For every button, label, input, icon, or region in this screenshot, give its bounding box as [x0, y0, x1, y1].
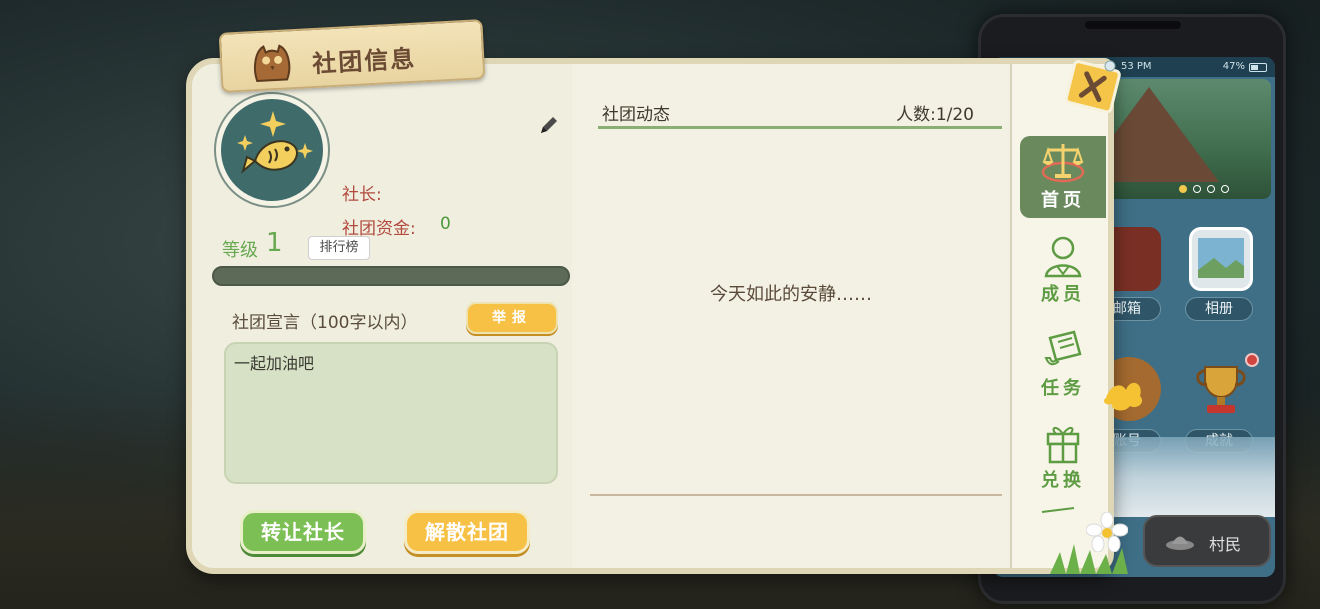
page-dot: [1207, 185, 1215, 193]
close-icon[interactable]: [1064, 58, 1124, 114]
tab-home-label: 首页: [1041, 190, 1085, 211]
tab-exchange[interactable]: 兑换: [1020, 416, 1106, 498]
fish-emblem-icon: [237, 111, 313, 174]
notification-dot: [1245, 353, 1259, 367]
banner-pagination: [1179, 185, 1229, 193]
club-avatar[interactable]: [216, 94, 328, 206]
transfer-leader-button[interactable]: 转让社长: [240, 510, 366, 554]
panel-title: 社团信息: [311, 44, 417, 79]
club-level-label: 等级: [222, 240, 258, 261]
trophy-art: [1196, 366, 1246, 413]
club-profile-column: 社长: 社团资金: 0 等级 1 排行榜 社团宣言（100字以内） 举报 一起加…: [192, 64, 572, 568]
declaration-label: 社团宣言（100字以内）: [232, 313, 418, 333]
panel-inner: 社长: 社团资金: 0 等级 1 排行榜 社团宣言（100字以内） 举报 一起加…: [192, 64, 1108, 568]
tab-tasks-label: 任务: [1041, 378, 1085, 399]
news-bottom-divider: [590, 494, 1002, 496]
report-button[interactable]: 举报: [466, 302, 558, 334]
grass-decoration: [1050, 544, 1128, 574]
club-funds-value: 0: [440, 214, 451, 234]
club-news-title: 社团动态: [602, 105, 670, 125]
club-info-panel: 社长: 社团资金: 0 等级 1 排行榜 社团宣言（100字以内） 举报 一起加…: [186, 58, 1114, 574]
scales-icon: [1041, 144, 1085, 183]
villager-hat-icon: [1166, 536, 1194, 550]
yellow-flower-decoration: [1104, 382, 1143, 411]
club-exp-bar: [212, 266, 570, 286]
club-news-column: 社团动态 人数:1/20 今天如此的安静……: [572, 64, 1010, 568]
status-time: 53 PM: [1121, 61, 1152, 72]
declaration-textbox[interactable]: 一起加油吧: [224, 342, 558, 484]
more-tabs-hint-icon: [1041, 507, 1075, 513]
news-divider: [598, 126, 1002, 129]
phone-speaker: [1085, 21, 1181, 29]
leaderboard-button[interactable]: 排行榜: [308, 236, 370, 260]
page-dot-active: [1179, 185, 1187, 193]
club-level-value: 1: [266, 228, 283, 258]
dissolve-club-button[interactable]: 解散社团: [404, 510, 530, 554]
app-label-photo-album[interactable]: 相册: [1185, 297, 1253, 321]
photo-album-icon[interactable]: [1189, 227, 1253, 291]
tab-home[interactable]: 首页: [1020, 136, 1106, 218]
page-dot: [1193, 185, 1201, 193]
battery-percent: 47%: [1222, 61, 1245, 72]
owl-icon: [254, 44, 291, 83]
club-tabs-column: 首页 成员 任务 兑换: [1010, 64, 1108, 568]
tab-exchange-label: 兑换: [1041, 470, 1085, 491]
scroll-icon: [1044, 330, 1082, 366]
member-count: 人数:1/20: [896, 105, 974, 125]
member-icon: [1044, 236, 1082, 278]
battery-icon: [1249, 63, 1267, 72]
club-leader-label: 社长:: [342, 185, 382, 205]
page-dot: [1221, 185, 1229, 193]
tab-members-label: 成员: [1041, 284, 1085, 305]
tab-members[interactable]: 成员: [1020, 230, 1106, 312]
news-empty-text: 今天如此的安静……: [710, 284, 872, 305]
trophy-icon[interactable]: [1189, 357, 1253, 421]
pencil-edit-icon[interactable]: [538, 114, 560, 136]
tab-tasks[interactable]: 任务: [1020, 324, 1106, 406]
villager-button-label: 村民: [1209, 535, 1242, 554]
gift-icon: [1046, 427, 1080, 464]
photo-art: [1198, 238, 1244, 278]
declaration-text: 一起加油吧: [234, 354, 315, 373]
villager-button[interactable]: 村民: [1143, 515, 1271, 567]
